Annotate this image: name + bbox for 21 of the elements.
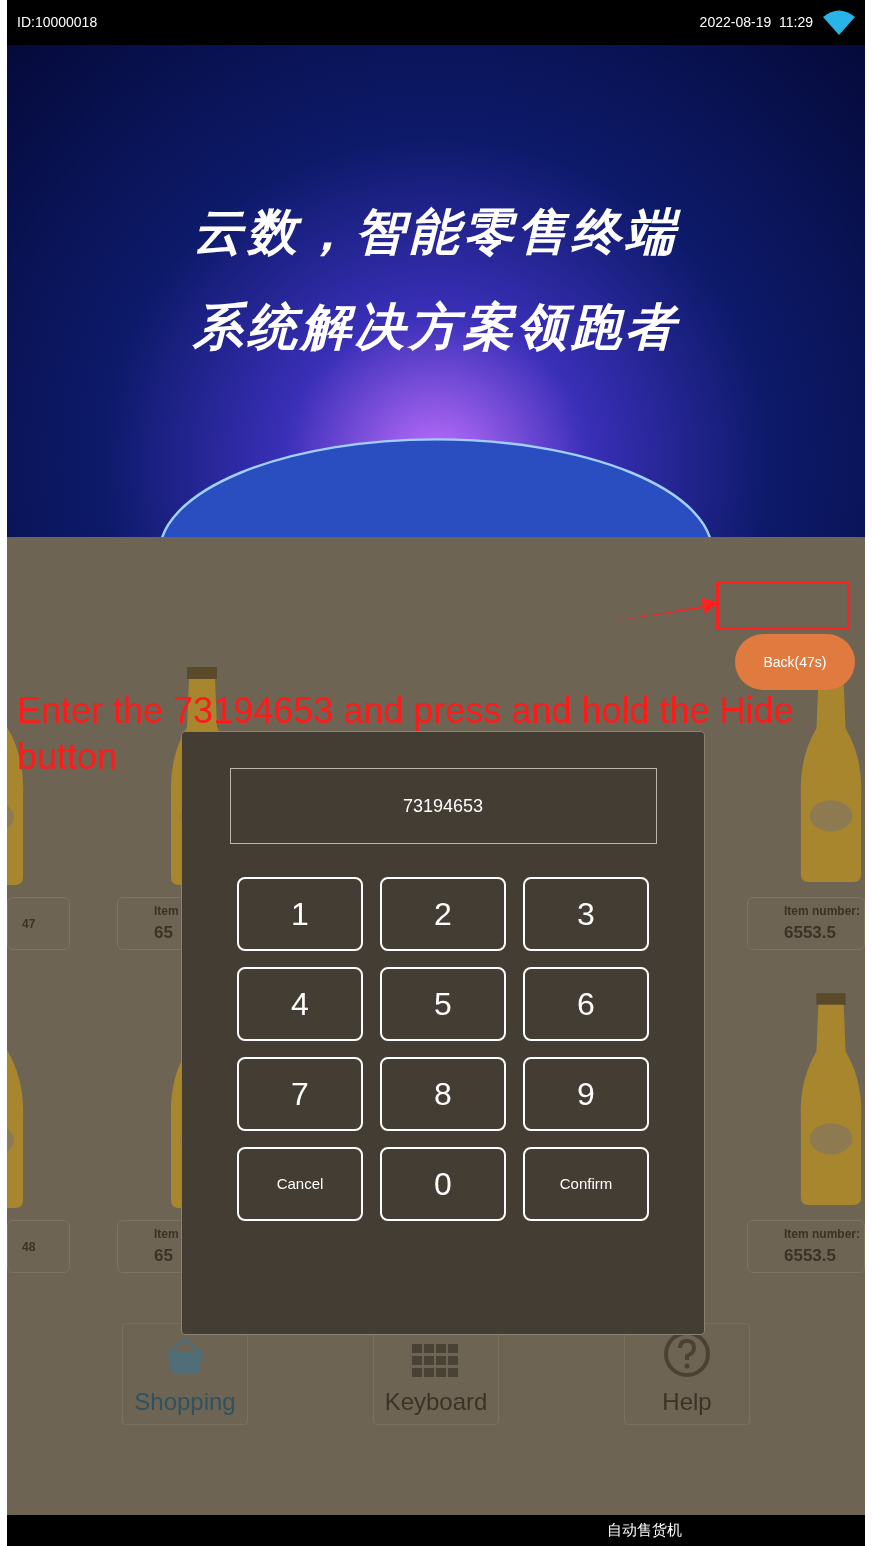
keypad-key[interactable]: 9 xyxy=(523,1057,649,1131)
nav-label: Shopping xyxy=(134,1387,236,1417)
keypad-key[interactable]: 7 xyxy=(237,1057,363,1131)
keypad-key[interactable]: Cancel xyxy=(237,1147,363,1221)
device-id: ID:10000018 xyxy=(17,13,98,32)
keypad-key[interactable]: 6 xyxy=(523,967,649,1041)
keyboard-icon xyxy=(412,1344,460,1378)
footer-title: 自动售货机 xyxy=(607,1520,682,1541)
wifi-icon xyxy=(823,9,855,36)
keypad-key[interactable]: 3 xyxy=(523,877,649,951)
keypad-key[interactable]: 4 xyxy=(237,967,363,1041)
keypad-key[interactable]: 5 xyxy=(380,967,506,1041)
banner-slogan: 系统解决方案领跑者 xyxy=(193,298,679,357)
keypad-key[interactable]: 8 xyxy=(380,1057,506,1131)
keypad-key[interactable]: 1 xyxy=(237,877,363,951)
banner-slogan: 云数，智能零售终端 xyxy=(193,203,679,262)
date-time: 2022-08-19 11:29 xyxy=(699,13,813,32)
keypad-key[interactable]: 2 xyxy=(380,877,506,951)
keypad-key[interactable]: Confirm xyxy=(523,1147,649,1221)
password-field[interactable]: 73194653 xyxy=(229,768,657,844)
keypad-key[interactable]: 0 xyxy=(380,1147,506,1221)
